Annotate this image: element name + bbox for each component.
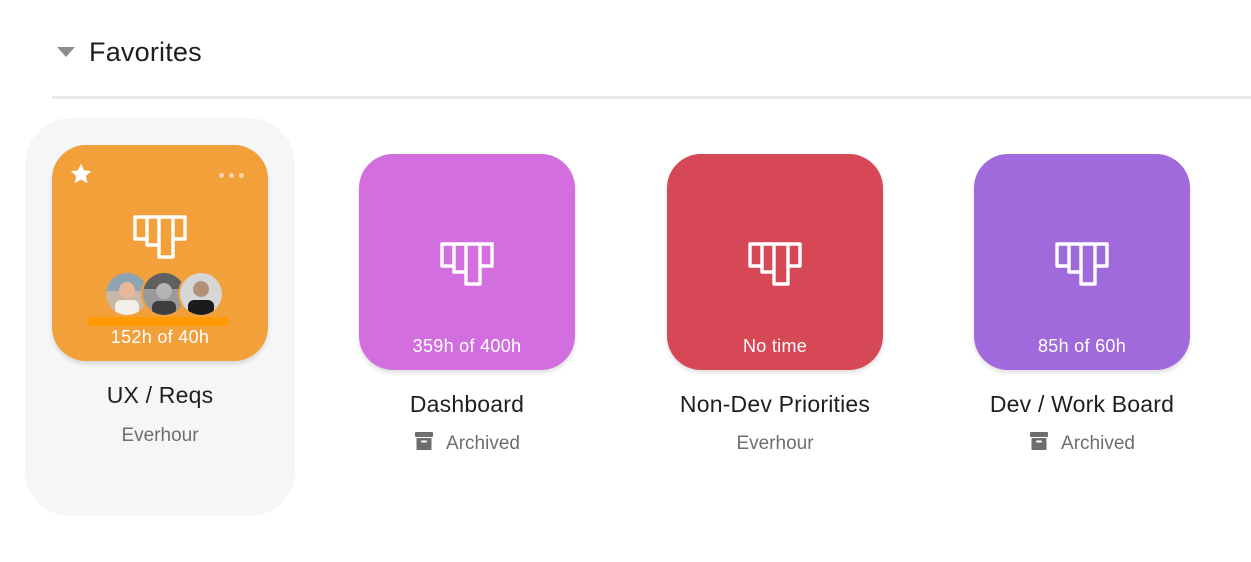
archive-icon [1030,432,1049,450]
favorites-header: Favorites [52,30,202,74]
more-options-icon[interactable] [219,173,244,178]
hours-label: 152h of 40h [110,327,210,347]
archive-icon [415,432,434,450]
hours-label: 85h of 60h [1037,336,1127,356]
project-card[interactable]: No time Non-Dev Priorities Everhour [640,118,910,516]
archived-label: Archived [446,433,520,454]
divider [52,96,1251,99]
hours-label: 359h of 400h [412,336,522,356]
section-title: Favorites [89,36,202,67]
member-avatars [104,271,224,317]
project-tile[interactable]: 359h of 400h [359,154,575,370]
hours-label: No time [742,336,808,356]
workspace-label: Everhour [736,433,814,454]
project-tile[interactable]: 85h of 60h [974,154,1190,370]
project-subtitle: Archived [332,432,602,455]
project-name[interactable]: UX / Reqs [25,382,295,409]
board-icon [133,215,187,259]
project-name[interactable]: Dashboard [332,391,602,418]
time-progress-bar [88,317,228,326]
project-card[interactable]: 359h of 400h Dashboard Archived [332,118,602,516]
project-subtitle: Everhour [25,425,295,447]
archived-label: Archived [1061,433,1135,454]
project-tile[interactable]: No time [667,154,883,370]
star-icon[interactable] [68,161,94,187]
project-subtitle: Everhour [640,433,910,455]
board-icon [748,242,802,286]
project-card[interactable]: 152h of 40h UX / Reqs Everhour [25,118,295,516]
workspace-label: Everhour [121,425,199,446]
project-card[interactable]: 85h of 60h Dev / Work Board Archived [947,118,1217,516]
project-name[interactable]: Non-Dev Priorities [640,391,910,418]
project-subtitle: Archived [947,432,1217,455]
project-name[interactable]: Dev / Work Board [947,391,1217,418]
avatar[interactable] [178,271,224,317]
board-icon [440,242,494,286]
project-tile[interactable]: 152h of 40h [52,145,268,361]
board-icon [1055,242,1109,286]
caret-down-icon[interactable] [57,47,75,57]
